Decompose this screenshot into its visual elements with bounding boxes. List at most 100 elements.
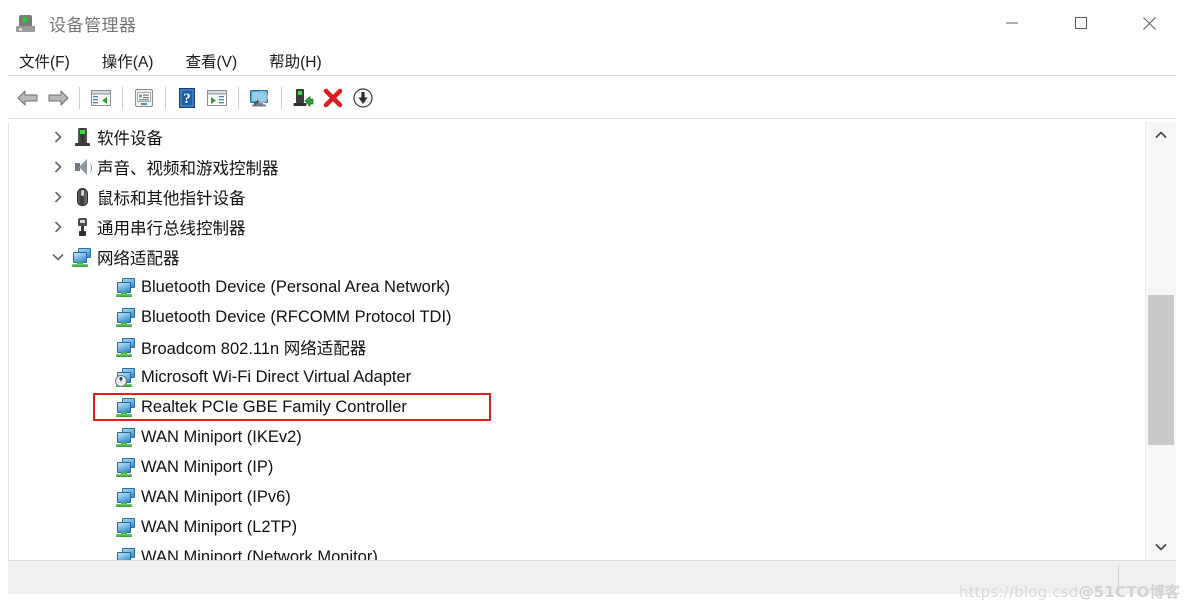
tree-item-usb-controllers[interactable]: 通用串行总线控制器	[9, 212, 1146, 242]
tree-item-broadcom-80211n[interactable]: Broadcom 802.11n 网络适配器	[9, 332, 1146, 362]
vertical-scrollbar[interactable]	[1145, 122, 1176, 560]
tree-item-network-adapters[interactable]: 网络适配器	[9, 242, 1146, 272]
menu-help[interactable]: 帮助(H)	[268, 48, 323, 74]
tree-item-label: 鼠标和其他指针设备	[97, 190, 246, 208]
tree-item-label: Bluetooth Device (RFCOMM Protocol TDI)	[141, 307, 452, 326]
watermark-brand: @51CTO博客	[1078, 583, 1180, 601]
toolbar-separator	[281, 86, 282, 109]
close-icon	[1143, 16, 1156, 30]
toolbar-separator	[122, 86, 123, 109]
tree-expander[interactable]	[47, 191, 69, 203]
tree-item-wan-miniport-l2tp[interactable]: WAN Miniport (L2TP)	[9, 512, 1146, 542]
network-adapter-disabled-icon	[115, 366, 137, 388]
device-tree[interactable]: 软件设备声音、视频和游戏控制器鼠标和其他指针设备 通用串行总线控制器 网络适配器 Bl…	[9, 122, 1146, 560]
tree-item-realtek-pcie-gbe[interactable]: Realtek PCIe GBE Family Controller	[9, 392, 1146, 422]
scroll-up-arrow-icon	[1155, 131, 1167, 138]
network-adapter-icon	[115, 426, 137, 448]
tree-item-label: 网络适配器	[97, 250, 180, 268]
toolbar-forward-button[interactable]	[43, 83, 73, 113]
menu-file[interactable]: 文件(F)	[18, 48, 71, 74]
tree-item-label: WAN Miniport (IP)	[141, 457, 274, 476]
scan-hardware-changes-icon	[250, 89, 268, 106]
tree-item-icon	[113, 306, 139, 328]
watermark-url: https://blog.csd	[958, 583, 1079, 601]
device-tree-panel: 软件设备声音、视频和游戏控制器鼠标和其他指针设备 通用串行总线控制器 网络适配器 Bl…	[8, 122, 1176, 560]
show-hide-console-tree-icon	[91, 89, 111, 106]
toolbar-uninstall-device-button[interactable]	[318, 83, 348, 113]
toolbar-properties-button[interactable]	[129, 83, 159, 113]
tree-expander[interactable]	[47, 221, 69, 233]
network-adapter-icon	[115, 336, 137, 358]
window-controls	[977, 0, 1184, 46]
tree-item-software-devices[interactable]: 软件设备	[9, 122, 1146, 152]
toolbar-separator	[165, 86, 166, 109]
tree-item-icon	[113, 366, 139, 388]
maximize-icon	[1074, 17, 1087, 29]
enable-device-icon	[293, 88, 314, 107]
tree-item-label: WAN Miniport (L2TP)	[141, 517, 298, 536]
tree-item-label: 通用串行总线控制器	[97, 220, 246, 238]
toolbar: ?	[0, 76, 1184, 119]
tree-item-wan-miniport-ikev2[interactable]: WAN Miniport (IKEv2)	[9, 422, 1146, 452]
chevron-right-icon	[55, 131, 62, 143]
scroll-up-button[interactable]	[1146, 122, 1176, 148]
tree-item-icon	[113, 336, 139, 358]
tree-item-label: 软件设备	[97, 130, 163, 148]
tree-item-label: Realtek PCIe GBE Family Controller	[141, 397, 407, 416]
close-button[interactable]	[1115, 0, 1184, 46]
menu-bar: 文件(F) 操作(A) 查看(V) 帮助(H)	[0, 46, 1184, 75]
scroll-down-button[interactable]	[1146, 534, 1176, 560]
network-adapter-icon	[115, 276, 137, 298]
tree-item-wan-miniport-network-monitor[interactable]: WAN Miniport (Network Monitor)	[9, 542, 1146, 560]
tree-item-sound-video-game-controllers[interactable]: 声音、视频和游戏控制器	[9, 152, 1146, 182]
tree-expander[interactable]	[47, 161, 69, 173]
menu-action[interactable]: 操作(A)	[101, 48, 155, 74]
toolbar-help-button[interactable]: ?	[172, 83, 202, 113]
title-bar: 设备管理器	[0, 0, 1184, 46]
device-manager-window: 设备管理器 文件(F) 操作(A) 查看(V) 帮助(H) ? 软件设备 声音、…	[0, 0, 1184, 604]
toolbar-console-tree-button[interactable]	[86, 83, 116, 113]
tree-item-icon	[113, 546, 139, 560]
toolbar-update-driver-button[interactable]	[202, 83, 232, 113]
toolbar-scan-hardware-button[interactable]	[245, 83, 275, 113]
tree-item-icon	[113, 516, 139, 538]
tree-item-label: WAN Miniport (IPv6)	[141, 487, 291, 506]
scrollbar-thumb[interactable]	[1148, 295, 1174, 445]
tree-item-wan-miniport-ipv6[interactable]: WAN Miniport (IPv6)	[9, 482, 1146, 512]
tree-item-icon	[69, 126, 95, 148]
maximize-button[interactable]	[1046, 0, 1115, 46]
network-adapter-icon	[115, 546, 137, 560]
tree-item-label: WAN Miniport (Network Monitor)	[141, 547, 378, 561]
tree-item-icon	[113, 396, 139, 418]
tree-expander[interactable]	[47, 251, 69, 263]
minimize-button[interactable]	[977, 0, 1046, 46]
toolbar-separator	[79, 86, 80, 109]
toolbar-disable-device-button[interactable]	[348, 83, 378, 113]
tree-item-mice-and-pointing-devices[interactable]: 鼠标和其他指针设备	[9, 182, 1146, 212]
network-adapter-icon	[115, 486, 137, 508]
disable-device-icon	[353, 87, 373, 108]
toolbar-separator	[238, 86, 239, 109]
sound-device-icon	[71, 156, 93, 178]
toolbar-back-button[interactable]	[13, 83, 43, 113]
tree-item-wan-miniport-ip[interactable]: WAN Miniport (IP)	[9, 452, 1146, 482]
tree-item-icon	[113, 276, 139, 298]
tree-expander[interactable]	[47, 131, 69, 143]
scroll-down-arrow-icon	[1155, 544, 1167, 551]
help-icon: ?	[179, 87, 195, 108]
tree-item-bluetooth-pan[interactable]: Bluetooth Device (Personal Area Network)	[9, 272, 1146, 302]
network-adapter-icon	[71, 246, 93, 268]
tree-item-icon	[69, 156, 95, 178]
tree-item-icon	[113, 426, 139, 448]
tree-item-wifi-direct-virtual-adapter[interactable]: Microsoft Wi-Fi Direct Virtual Adapter	[9, 362, 1146, 392]
tree-item-icon	[69, 246, 95, 268]
chevron-right-icon	[55, 221, 62, 233]
tree-item-icon	[113, 456, 139, 478]
tree-item-icon	[69, 216, 95, 238]
menu-view[interactable]: 查看(V)	[184, 48, 238, 74]
toolbar-enable-device-button[interactable]	[288, 83, 318, 113]
tree-item-label: Microsoft Wi-Fi Direct Virtual Adapter	[141, 367, 412, 386]
network-adapter-icon	[115, 516, 137, 538]
tree-item-bluetooth-rfcomm[interactable]: Bluetooth Device (RFCOMM Protocol TDI)	[9, 302, 1146, 332]
chevron-right-icon	[55, 161, 62, 173]
